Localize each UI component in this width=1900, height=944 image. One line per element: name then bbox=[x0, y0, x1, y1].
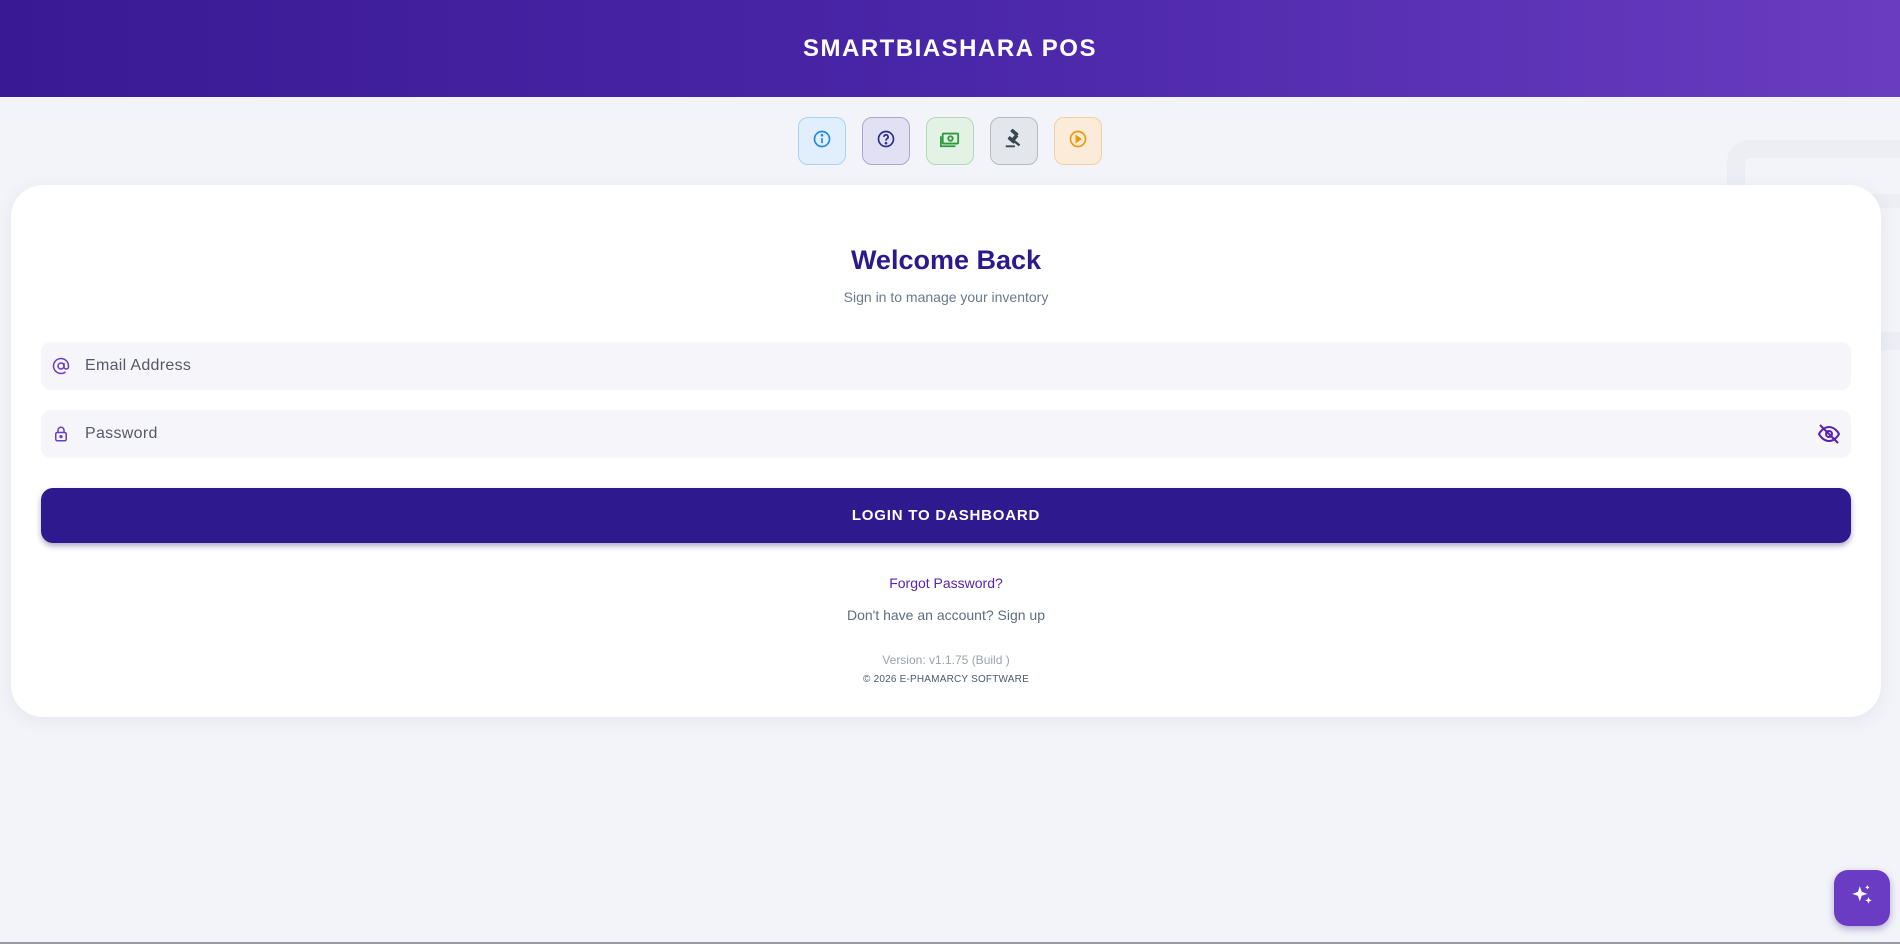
lock-icon bbox=[51, 424, 71, 444]
login-card: Welcome Back Sign in to manage your inve… bbox=[11, 185, 1881, 717]
info-icon bbox=[812, 129, 832, 154]
legal-button[interactable] bbox=[990, 117, 1038, 165]
welcome-subtitle: Sign in to manage your inventory bbox=[843, 289, 1049, 305]
email-input[interactable] bbox=[85, 342, 1851, 390]
money-icon bbox=[939, 129, 961, 154]
at-sign-icon bbox=[51, 356, 71, 376]
signup-prompt: Don't have an account? Sign up bbox=[11, 607, 1881, 623]
play-icon bbox=[1068, 129, 1088, 154]
pricing-button[interactable] bbox=[926, 117, 974, 165]
app-bar: SMARTBIASHARA POS bbox=[0, 0, 1900, 97]
quick-actions-row bbox=[0, 117, 1900, 165]
welcome-heading: Welcome Back bbox=[850, 245, 1042, 275]
signup-link[interactable]: Don't have an account? Sign up bbox=[847, 607, 1045, 623]
forgot-password-link[interactable]: Forgot Password? bbox=[11, 575, 1881, 591]
login-button[interactable]: LOGIN TO DASHBOARD bbox=[41, 488, 1851, 543]
email-field[interactable] bbox=[41, 342, 1851, 390]
help-icon bbox=[876, 129, 896, 154]
ai-assistant-button[interactable] bbox=[1834, 870, 1890, 926]
copyright-text: © 2026 E-PHAMARCY SOFTWARE bbox=[863, 674, 1029, 685]
tutorial-button[interactable] bbox=[1054, 117, 1102, 165]
gavel-icon bbox=[1003, 128, 1025, 155]
info-button[interactable] bbox=[798, 117, 846, 165]
toggle-password-visibility-icon[interactable] bbox=[1815, 420, 1843, 448]
version-text: Version: v1.1.75 (Build ) bbox=[882, 653, 1010, 667]
app-title: SMARTBIASHARA POS bbox=[803, 34, 1097, 62]
password-input[interactable] bbox=[85, 410, 1815, 458]
help-button[interactable] bbox=[862, 117, 910, 165]
sparkles-icon bbox=[1849, 883, 1875, 914]
password-field[interactable] bbox=[41, 410, 1851, 458]
